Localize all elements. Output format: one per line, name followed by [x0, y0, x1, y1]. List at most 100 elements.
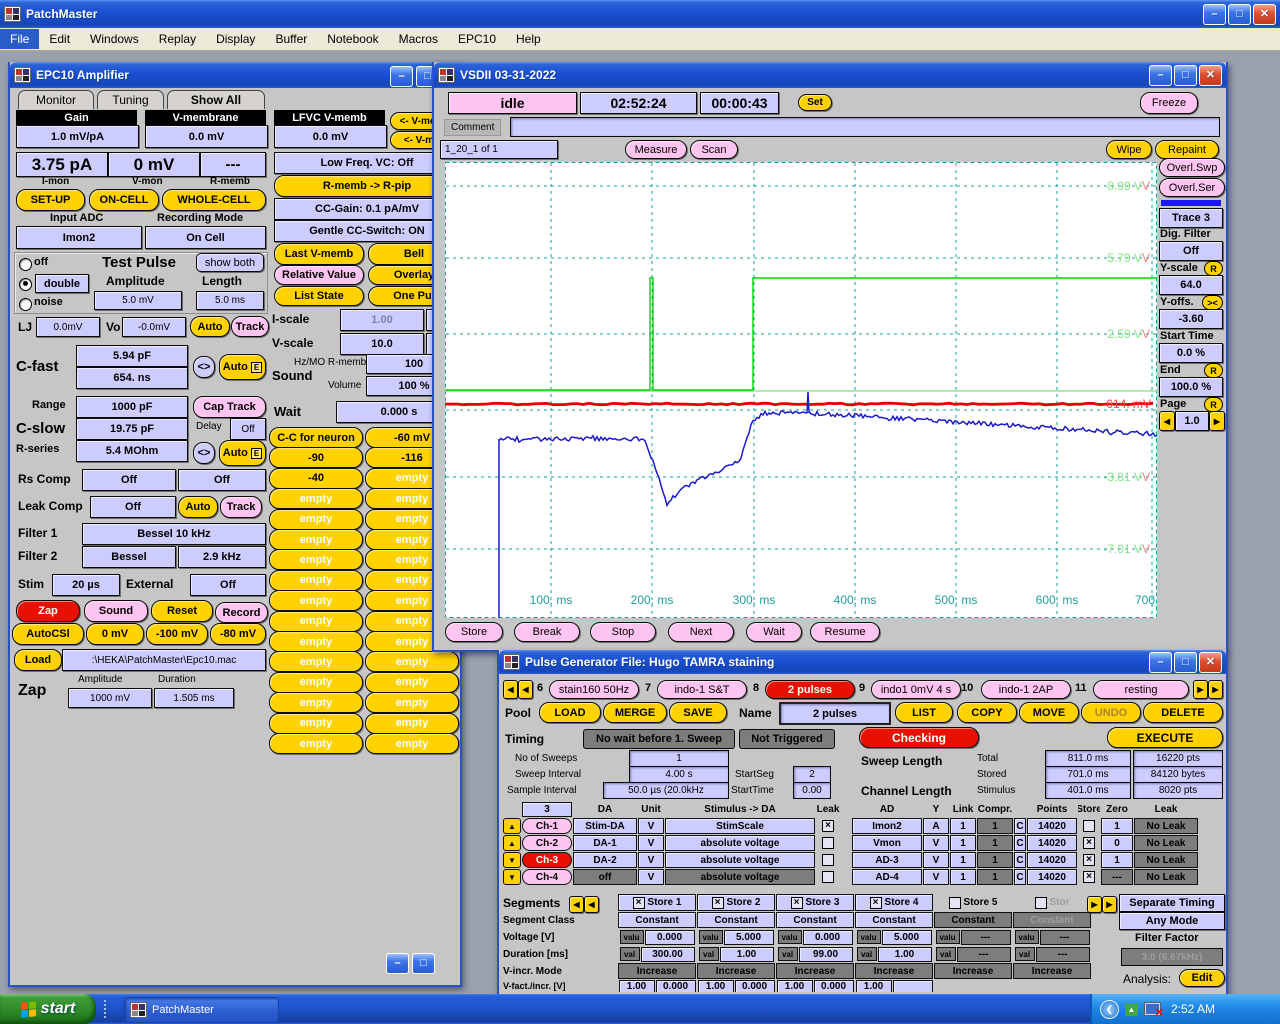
unit-cell[interactable]: V — [638, 818, 664, 834]
wait-button[interactable]: Wait — [746, 622, 802, 642]
reset-button[interactable]: Reset — [151, 600, 213, 622]
protocol-button[interactable]: empty — [269, 508, 363, 530]
yscale-reset-button[interactable]: R — [1204, 261, 1223, 276]
segment-class-cell[interactable]: Constant — [855, 912, 933, 928]
protocol-button[interactable]: empty — [365, 671, 459, 693]
cfast-value2[interactable]: 654. ns — [76, 367, 188, 389]
protocol-10-button[interactable]: indo-1 2AP — [981, 680, 1071, 699]
ad-cell[interactable]: Imon2 — [852, 818, 922, 834]
protocol-button[interactable]: -90 — [269, 447, 363, 469]
da-cell[interactable]: DA-1 — [573, 835, 637, 851]
minimize-button[interactable]: – — [1203, 3, 1226, 25]
leak-mode-cell[interactable]: No Leak — [1134, 869, 1198, 885]
maximize-button[interactable]: □ — [1228, 3, 1251, 25]
leak-checkbox[interactable] — [816, 869, 840, 885]
filter2-type[interactable]: Bessel — [82, 546, 176, 568]
starttime-value[interactable]: 0.00 — [793, 782, 831, 799]
range-value[interactable]: 1000 pF — [76, 396, 188, 418]
pool-save-button[interactable]: SAVE — [669, 702, 727, 723]
menu-display[interactable]: Display — [206, 29, 265, 49]
trigger-mode-button[interactable]: Not Triggered — [739, 729, 835, 749]
vsdii-minimize-button[interactable]: – — [1149, 64, 1172, 86]
vscale-value1[interactable]: 10.0 — [340, 333, 424, 355]
page-value[interactable]: 1.0 — [1175, 411, 1209, 431]
main-titlebar[interactable]: PatchMaster – □ ✕ — [0, 0, 1280, 28]
setup-button[interactable]: SET-UP — [16, 189, 85, 211]
yscale-value[interactable]: 64.0 — [1159, 275, 1223, 295]
stimulus-mode-cell[interactable]: absolute voltage — [665, 869, 815, 885]
link-cell[interactable]: 1 — [950, 869, 976, 885]
leakcomp-track-button[interactable]: Track — [220, 496, 262, 518]
store-checkbox[interactable] — [1078, 869, 1100, 885]
radio-double-label[interactable]: double — [35, 274, 89, 293]
vfact-cell[interactable]: 1.00 0.000 — [618, 980, 696, 992]
menu-help[interactable]: Help — [506, 29, 551, 49]
holding-minus100mv-button[interactable]: -100 mV — [146, 623, 208, 645]
voltage-cell[interactable]: valu 5.000 — [855, 929, 933, 945]
channel-button[interactable]: Ch-3 — [522, 852, 572, 868]
startseg-value[interactable]: 2 — [793, 766, 831, 783]
start-button[interactable]: start — [0, 994, 96, 1024]
yoffs-nudge-button[interactable]: >< — [1202, 295, 1223, 310]
stop-button[interactable]: Stop — [590, 622, 656, 642]
leakcomp-auto-button[interactable]: Auto — [178, 496, 218, 518]
rseries-auto-button[interactable]: Auto E — [219, 440, 266, 466]
test-pulse-length[interactable]: 5.0 ms — [196, 291, 264, 310]
protocol-button[interactable]: empty — [365, 692, 459, 714]
move-button[interactable]: MOVE — [1019, 702, 1079, 723]
no-of-sweeps-value[interactable]: 1 — [629, 750, 729, 767]
pg-close-button[interactable]: ✕ — [1199, 651, 1222, 673]
menu-edit[interactable]: Edit — [39, 29, 80, 49]
store-checkbox[interactable] — [1078, 818, 1100, 834]
end-value[interactable]: 100.0 % — [1159, 377, 1223, 397]
holding-minus80mv-button[interactable]: -80 mV — [210, 623, 266, 645]
protocol-button[interactable]: empty — [269, 733, 363, 754]
menu-replay[interactable]: Replay — [149, 29, 206, 49]
leak-mode-cell[interactable]: No Leak — [1134, 852, 1198, 868]
load-path-field[interactable]: :\HEKA\PatchMaster\Epc10.mac — [62, 649, 266, 671]
record-button[interactable]: Record — [215, 602, 268, 623]
channel-arrow-button[interactable]: ▲ — [503, 835, 521, 851]
duration-cell[interactable]: val 1.00 — [855, 946, 933, 962]
epc10-minimize-button[interactable]: – — [390, 66, 413, 87]
show-both-button[interactable]: show both — [196, 253, 264, 272]
lfvc-value[interactable]: 0.0 mV — [274, 125, 387, 148]
last-vmemb-button[interactable]: Last V-memb — [274, 243, 364, 265]
leak-checkbox[interactable] — [816, 818, 840, 834]
vsdii-titlebar[interactable]: VSDII 03-31-2022 – □ ✕ — [434, 62, 1226, 88]
ad-cell[interactable]: Vmon — [852, 835, 922, 851]
channel-arrow-button[interactable]: ▼ — [503, 869, 521, 885]
voltage-cell[interactable]: valu 5.000 — [697, 929, 775, 945]
network-disconnected-icon[interactable]: ✕ — [1144, 1002, 1164, 1019]
protocol-button[interactable]: empty — [269, 569, 363, 591]
leakcomp-value[interactable]: Off — [90, 496, 176, 518]
segment-store-checkbox[interactable]: Stor — [1013, 894, 1091, 911]
cap-track-button[interactable]: Cap Track — [193, 396, 266, 418]
rseries-nudge-button[interactable]: <> — [193, 442, 215, 464]
leak-mode-cell[interactable]: No Leak — [1134, 818, 1198, 834]
protocol-scroll-left2-button[interactable]: ◀ — [518, 680, 533, 699]
leak-checkbox[interactable] — [816, 852, 840, 868]
vfact-cell[interactable]: 1.00 — [855, 980, 933, 992]
page-next-button[interactable]: ▶ — [1209, 411, 1225, 431]
zap-button[interactable]: Zap — [16, 600, 80, 622]
zero-cell[interactable]: 1 — [1101, 852, 1133, 868]
link-cell[interactable]: 1 — [950, 818, 976, 834]
protocol-button[interactable]: -40 — [269, 467, 363, 489]
protocol-button[interactable]: empty — [269, 692, 363, 714]
end-reset-button[interactable]: R — [1204, 363, 1223, 378]
name-field[interactable]: 2 pulses — [779, 702, 891, 725]
vfact-cell[interactable]: 1.00 0.000 — [697, 980, 775, 992]
duration-cell[interactable]: val 300.00 — [618, 946, 696, 962]
filter2-freq[interactable]: 2.9 kHz — [178, 546, 266, 568]
delete-button[interactable]: DELETE — [1143, 702, 1223, 723]
overlay-series-button[interactable]: Overl.Ser — [1159, 178, 1225, 197]
zero-cell[interactable]: 0 — [1101, 835, 1133, 851]
channel-arrow-button[interactable]: ▼ — [503, 852, 521, 868]
lj-auto-button[interactable]: Auto — [190, 316, 230, 337]
menu-windows[interactable]: Windows — [80, 29, 149, 49]
freeze-button[interactable]: Freeze — [1140, 92, 1198, 114]
segment-store-checkbox[interactable]: Store 1 — [618, 894, 696, 911]
any-mode-button[interactable]: Any Mode — [1119, 912, 1225, 930]
wipe-button[interactable]: Wipe — [1106, 140, 1152, 159]
